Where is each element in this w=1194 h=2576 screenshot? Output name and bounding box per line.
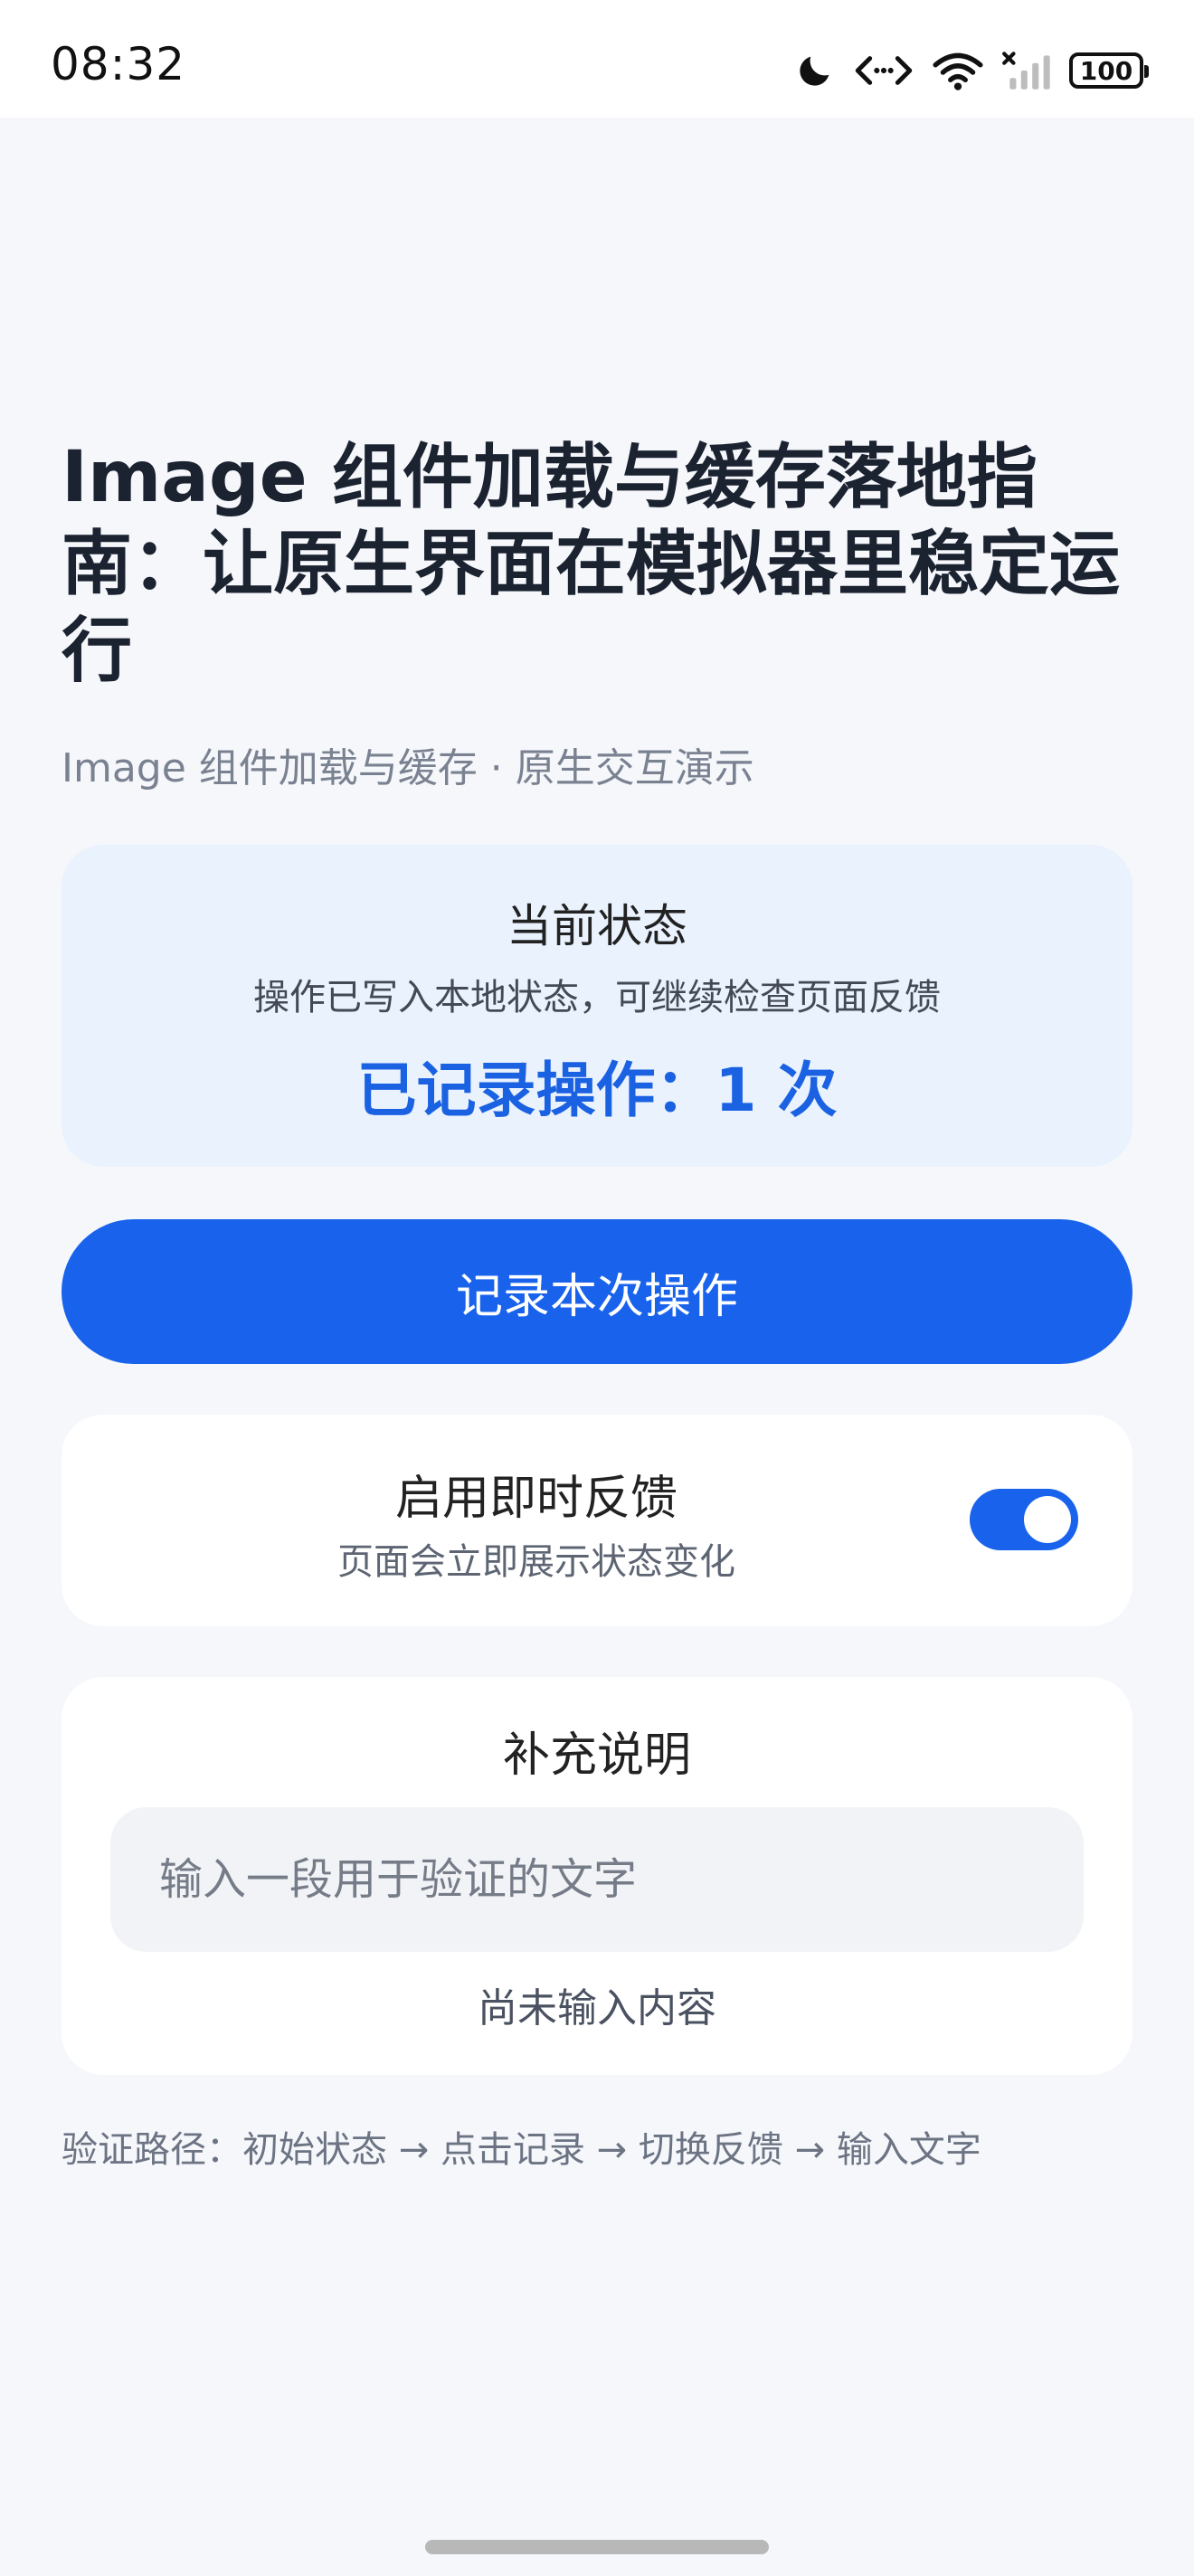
- notes-title: 补充说明: [502, 1728, 691, 1783]
- home-indicator[interactable]: [425, 2540, 769, 2554]
- wifi-icon: [932, 50, 984, 91]
- status-card-description: 操作已写入本地状态，可继续检查页面反馈: [253, 977, 941, 1018]
- instant-feedback-description: 页面会立即展示状态变化: [337, 1541, 735, 1583]
- record-operation-button[interactable]: 记录本次操作: [62, 1219, 1132, 1364]
- notes-status: 尚未输入内容: [478, 1985, 716, 2031]
- battery-level: 100: [1079, 55, 1133, 86]
- page-title: Image 组件加载与缓存落地指南：让原生界面在模拟器里稳定运行: [62, 437, 1121, 692]
- instant-feedback-title: 启用即时反馈: [394, 1472, 678, 1526]
- operation-count: 已记录操作：1 次: [356, 1056, 838, 1125]
- toggle-knob: [1024, 1496, 1071, 1543]
- instant-feedback-card: 启用即时反馈 页面会立即展示状态变化: [62, 1415, 1132, 1626]
- page-subtitle: Image 组件加载与缓存 · 原生交互演示: [62, 745, 754, 791]
- moon-icon: [794, 50, 836, 91]
- status-bar: 08:32 100: [0, 0, 1194, 118]
- battery-icon: 100: [1069, 52, 1149, 89]
- notes-card: 补充说明 尚未输入内容: [62, 1677, 1132, 2075]
- status-time: 08:32: [51, 38, 186, 90]
- verify-path-text: 验证路径：初始状态 → 点击记录 → 切换反馈 → 输入文字: [62, 2129, 981, 2171]
- status-card: 当前状态 操作已写入本地状态，可继续检查页面反馈 已记录操作：1 次: [62, 845, 1132, 1167]
- instant-feedback-toggle[interactable]: [970, 1489, 1078, 1550]
- cellular-signal-icon: [1000, 50, 1053, 91]
- status-icons: 100: [794, 42, 1149, 99]
- code-bracket-icon: [852, 50, 915, 91]
- status-card-title: 当前状态: [507, 900, 687, 952]
- notes-input[interactable]: [110, 1807, 1084, 1952]
